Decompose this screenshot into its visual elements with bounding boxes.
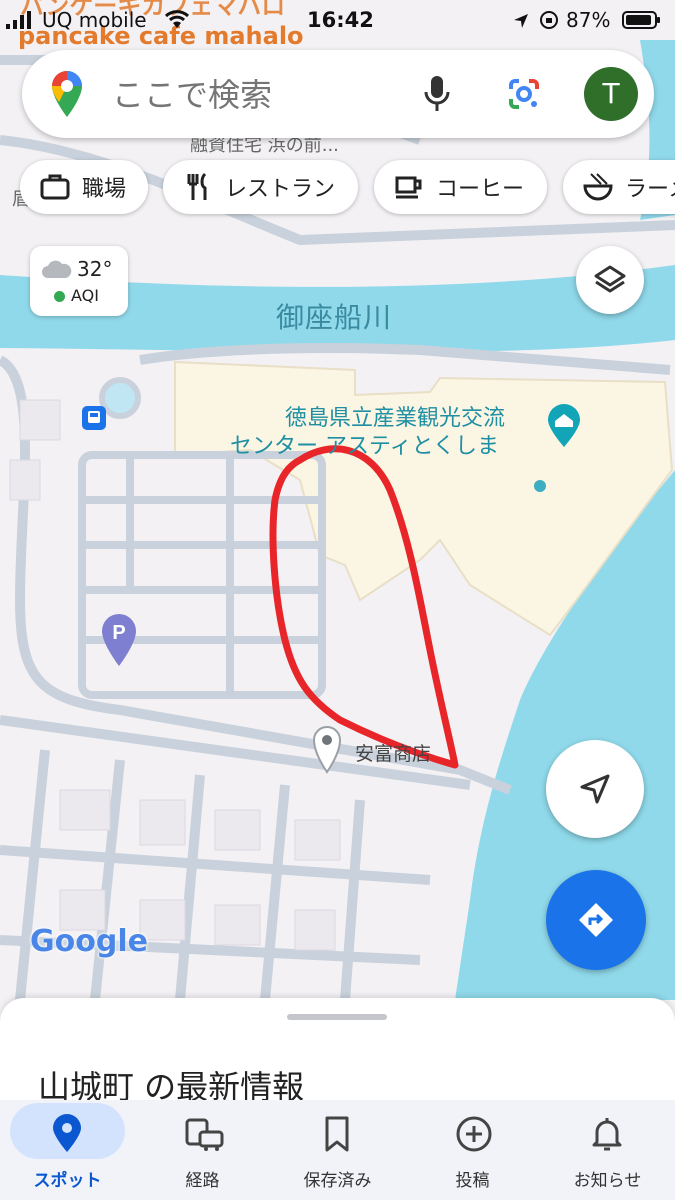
battery-percent: 87% — [566, 8, 611, 32]
place-label-line2[interactable]: センター アスティとくしま — [230, 428, 499, 460]
sheet-drag-handle[interactable] — [287, 1014, 387, 1020]
shop-pin-icon[interactable] — [312, 724, 342, 774]
search-bar[interactable]: T — [22, 50, 654, 138]
svg-text:P: P — [112, 622, 125, 644]
chip-restaurant[interactable]: レストラン — [163, 160, 358, 214]
location-arrow-icon — [512, 11, 530, 35]
location-pin-icon — [53, 1114, 81, 1152]
avatar-letter: T — [602, 77, 620, 110]
nav-label: 投稿 — [455, 1171, 490, 1191]
tourist-attraction-icon[interactable] — [546, 403, 582, 449]
nav-updates[interactable]: お知らせ — [540, 1100, 675, 1200]
chip-work[interactable]: 職場 — [20, 160, 148, 214]
nav-explore[interactable]: スポット — [0, 1100, 135, 1200]
layers-icon — [594, 265, 626, 293]
bus-stop-icon[interactable] — [82, 406, 106, 430]
rotation-lock-icon — [539, 10, 559, 35]
shop-label[interactable]: 安富商店 — [355, 739, 431, 766]
google-logo: Google — [30, 924, 148, 959]
bottom-nav: スポット 経路 保存済み 投稿 お知らせ — [0, 1100, 675, 1200]
chip-ramen[interactable]: ラーメ — [563, 160, 675, 214]
nav-label: 保存済み — [303, 1171, 372, 1191]
account-avatar[interactable]: T — [584, 67, 638, 121]
aqi-label: AQI — [71, 286, 99, 305]
briefcase-icon — [40, 174, 70, 200]
carrier-name: UQ mobile — [42, 8, 147, 32]
directions-button[interactable] — [546, 870, 646, 970]
chip-label: コーヒー — [436, 177, 525, 202]
status-bar: パンケーキカフェマハロ UQ mobile 16:42 87% — [0, 0, 675, 40]
cloud-icon — [42, 260, 72, 278]
maps-logo-icon — [50, 70, 84, 122]
aqi-dot-icon — [54, 291, 65, 302]
layers-button[interactable] — [576, 246, 644, 314]
roundabout — [99, 377, 141, 419]
chip-coffee[interactable]: コーヒー — [374, 160, 547, 214]
nav-commute[interactable]: 経路 — [135, 1100, 270, 1200]
nav-label: スポット — [33, 1171, 102, 1191]
wifi-icon — [164, 9, 190, 34]
chip-label: レストラン — [225, 177, 336, 202]
weather-card[interactable]: 32° AQI — [30, 246, 128, 316]
my-location-button[interactable] — [546, 740, 644, 838]
chip-label: ラーメ — [625, 177, 675, 202]
clock: 16:42 — [307, 8, 374, 32]
nav-saved[interactable]: 保存済み — [270, 1100, 405, 1200]
fork-knife-icon — [187, 172, 207, 200]
river-label: 御座船川 — [276, 301, 393, 334]
bell-icon — [592, 1118, 622, 1151]
nav-label: お知らせ — [573, 1171, 642, 1191]
place-dot — [534, 480, 546, 492]
navigation-arrow-icon — [580, 774, 610, 804]
bottom-sheet[interactable]: 山城町 の最新情報 — [0, 998, 675, 1108]
search-input[interactable] — [110, 72, 404, 118]
battery-icon — [622, 10, 662, 35]
bookmark-icon — [325, 1116, 349, 1152]
signal-icon — [4, 10, 34, 35]
microphone-icon[interactable] — [422, 74, 452, 118]
add-circle-icon — [456, 1116, 492, 1152]
google-lens-icon[interactable] — [507, 77, 541, 115]
car-transit-icon — [185, 1118, 224, 1151]
nav-label: 経路 — [185, 1171, 220, 1191]
coffee-cup-icon — [395, 176, 422, 199]
parking-icon[interactable]: P — [100, 612, 138, 668]
directions-icon — [579, 903, 613, 937]
chip-label: 職場 — [82, 177, 127, 202]
temperature: 32° — [77, 257, 113, 281]
ramen-bowl-icon — [583, 173, 613, 201]
nav-contribute[interactable]: 投稿 — [405, 1100, 540, 1200]
